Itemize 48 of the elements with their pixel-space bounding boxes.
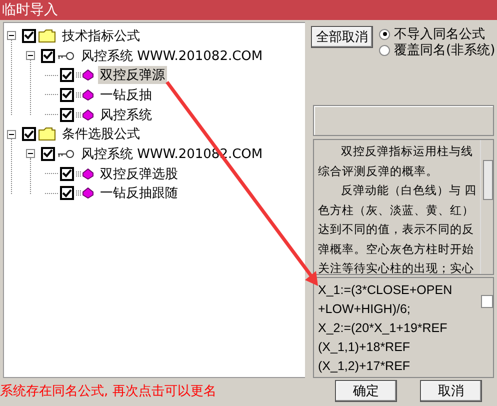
formula-icon xyxy=(76,69,94,82)
cancel-all-button[interactable]: 全部取消 xyxy=(311,26,373,48)
expand-toggle[interactable] xyxy=(7,31,16,40)
checkbox[interactable] xyxy=(22,28,36,43)
description-text: 双控反弹指标运用柱与线综合评测反弹的概率。 xyxy=(318,143,474,180)
radio-button[interactable] xyxy=(379,44,390,56)
description-text: 反弹动能（白色线）与 四色方柱（灰、淡蓝、黄、红）达到不同的值，表示不同的反弹概率。空心灰色方柱时开始关注等待实心柱的出现；实心 xyxy=(318,182,478,274)
status-message: 系统存在同名公式, 再次点击可以更名 xyxy=(0,383,218,400)
formula-line: (X_1,1)+18*REF xyxy=(318,338,412,356)
checkbox[interactable] xyxy=(480,294,493,308)
checkbox[interactable] xyxy=(60,68,74,82)
checkbox[interactable] xyxy=(22,127,36,142)
expand-toggle[interactable] xyxy=(7,130,16,139)
checkbox[interactable] xyxy=(60,166,74,181)
tree-item[interactable]: 一钻反抽跟随 xyxy=(98,184,180,202)
formula-icon xyxy=(76,168,94,180)
formula-line: (X_1,2)+17*REF xyxy=(318,358,412,375)
cancel-button[interactable]: 取消 xyxy=(420,380,482,402)
key-icon xyxy=(57,50,75,61)
scrollbar-thumb[interactable] xyxy=(483,160,493,200)
folder-icon xyxy=(38,28,56,43)
checkbox[interactable] xyxy=(60,88,74,102)
tree-item[interactable]: 风控系统 WWW.201082.COM xyxy=(79,46,265,65)
window-title: 临时导入 xyxy=(0,0,497,20)
tree-item[interactable]: 风控系统 xyxy=(98,106,154,124)
expand-toggle[interactable] xyxy=(26,51,35,60)
ok-button[interactable]: 确定 xyxy=(335,380,397,402)
tree-item[interactable]: 条件选股公式 xyxy=(60,125,142,144)
formula-line: X_2:=(20*X_1+19*REF xyxy=(318,320,448,337)
formula-line: X_1:=(3*CLOSE+OPEN xyxy=(318,282,454,299)
checkbox[interactable] xyxy=(60,108,74,122)
formula-icon xyxy=(76,187,94,200)
expand-toggle[interactable] xyxy=(26,149,35,158)
tree-item[interactable]: 双控反弹源 xyxy=(98,66,167,84)
folder-icon xyxy=(38,127,56,142)
key-icon xyxy=(57,148,75,159)
checkbox[interactable] xyxy=(60,186,74,200)
formula-icon xyxy=(76,88,94,101)
formula-line: +LOW+HIGH)/6; xyxy=(318,300,412,318)
tree-item[interactable]: 一钻反抽 xyxy=(98,86,154,104)
checkbox[interactable] xyxy=(41,48,55,63)
tree-item[interactable]: 技术指标公式 xyxy=(60,26,142,45)
checkbox[interactable] xyxy=(41,146,55,161)
formula-icon xyxy=(76,108,94,121)
radio-label[interactable]: 不导入同名公式 xyxy=(394,25,485,43)
radio-label[interactable]: 覆盖同名(非系统) xyxy=(394,41,496,59)
radio-button[interactable] xyxy=(379,28,390,40)
tree-item[interactable]: 双控反弹选股 xyxy=(98,164,180,183)
